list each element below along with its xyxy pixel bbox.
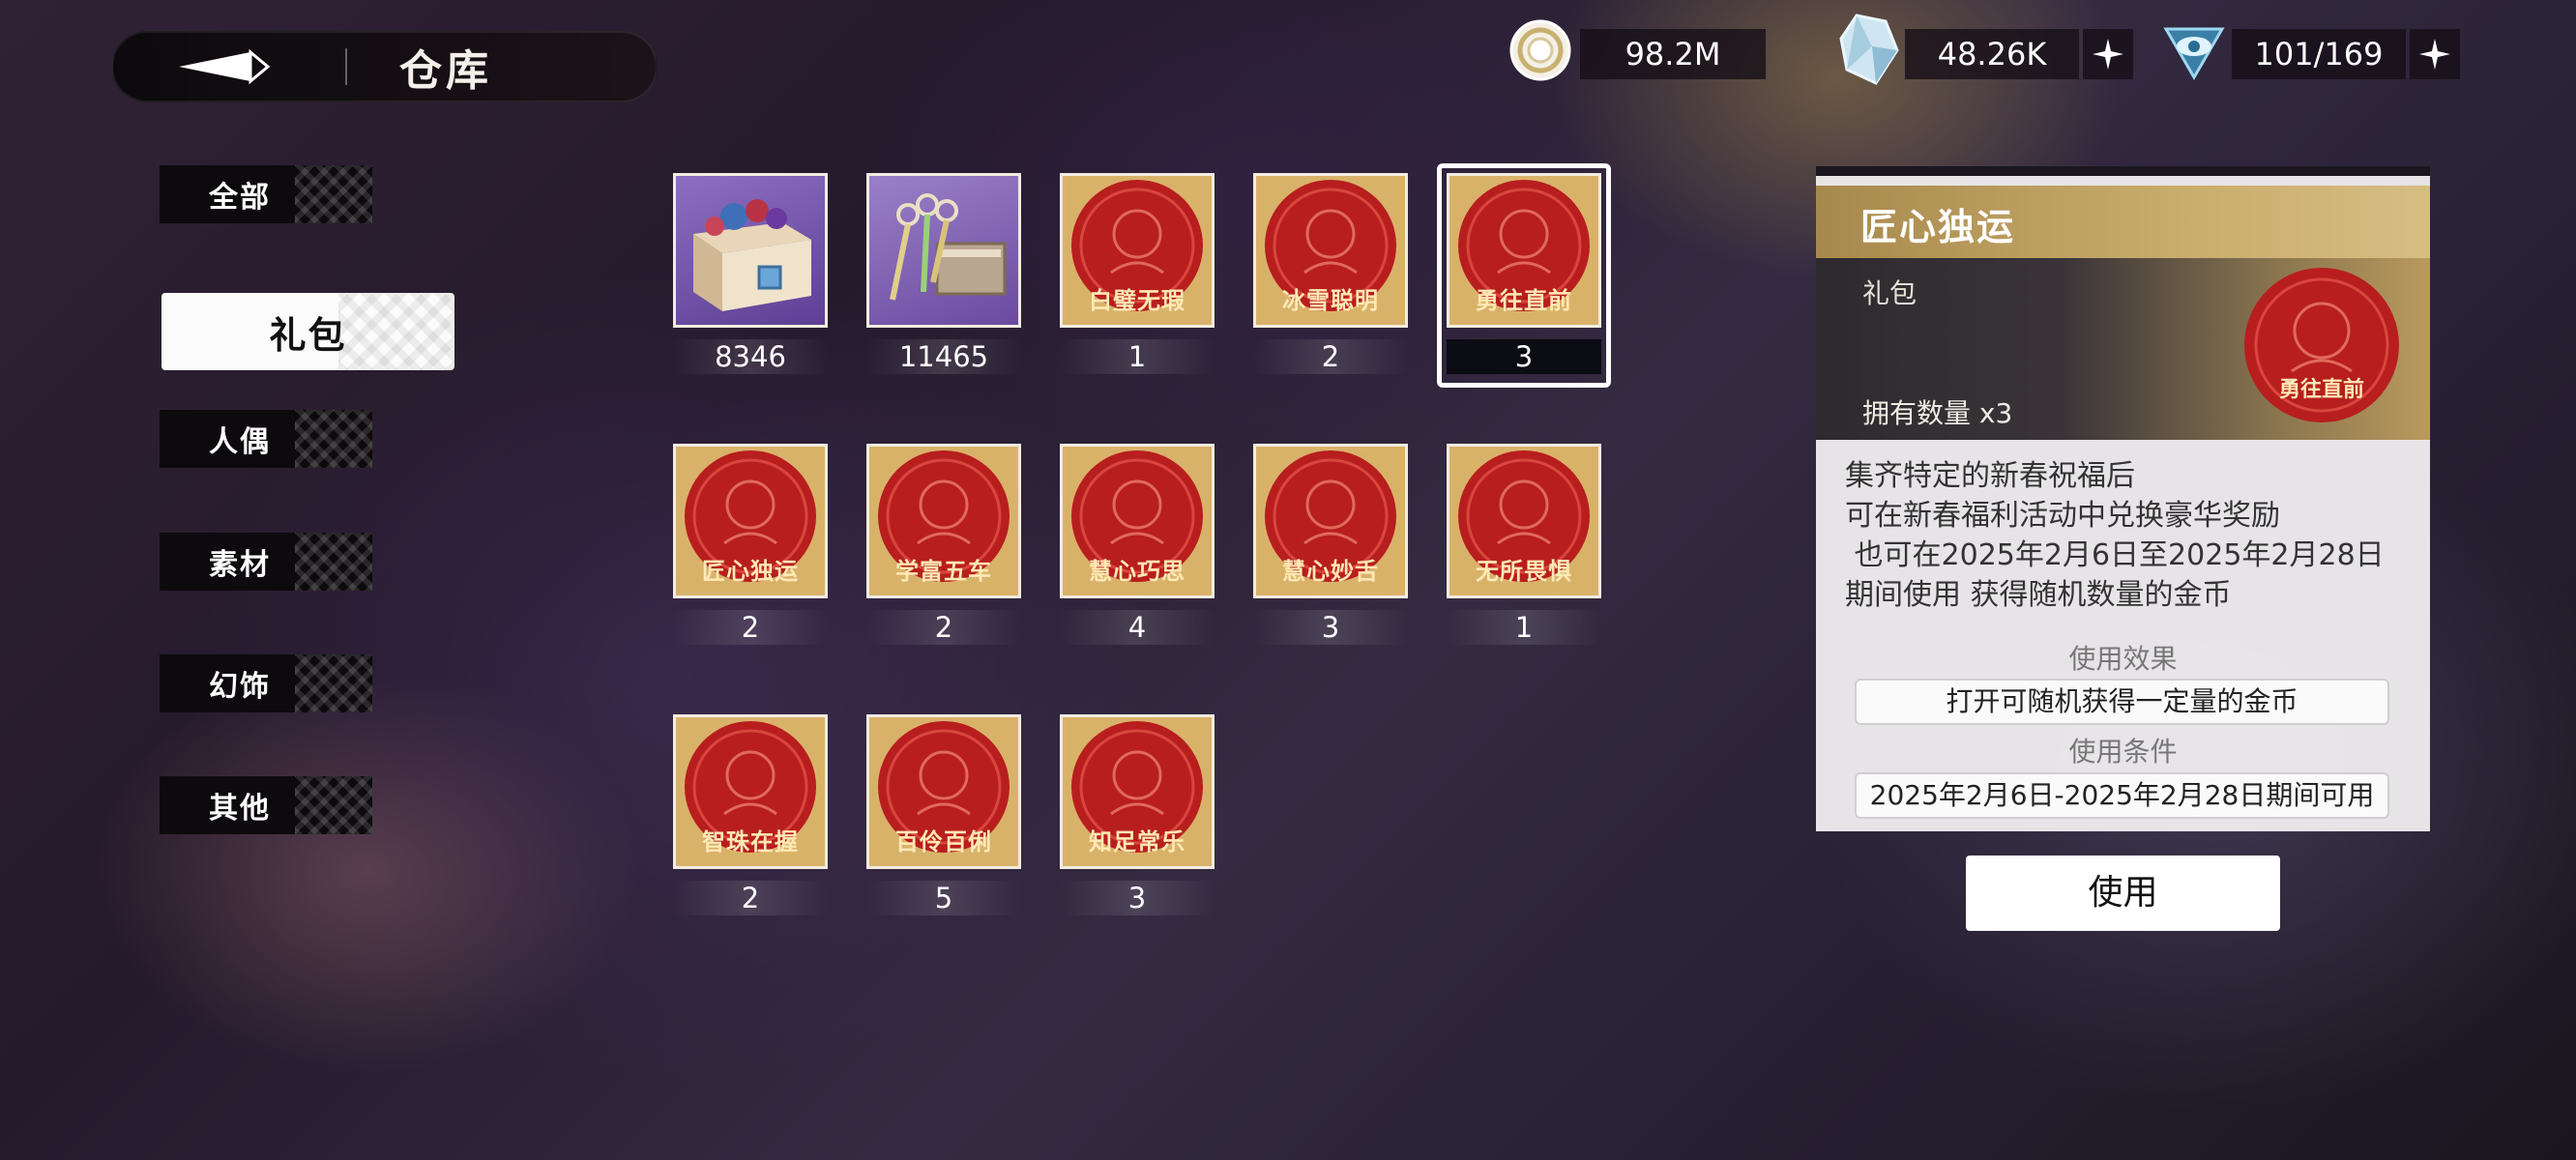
gold-coin-icon xyxy=(1509,19,1571,81)
item-icon: 慧心巧思 xyxy=(1060,444,1215,598)
stamp-label: 勇往直前 xyxy=(1476,287,1572,314)
inventory-item[interactable]: 百伶百俐 5 xyxy=(866,714,1021,915)
treasure-chest-icon xyxy=(693,199,811,311)
inventory-item[interactable]: 8346 xyxy=(673,173,828,374)
item-icon: 学富五车 xyxy=(866,444,1021,598)
item-count: 8346 xyxy=(673,339,828,374)
inventory-item[interactable]: 知足常乐 3 xyxy=(1060,714,1215,915)
inventory-item[interactable]: 慧心巧思 4 xyxy=(1060,444,1215,645)
tab-pattern xyxy=(295,410,372,468)
tab-dolls[interactable]: 人偶 xyxy=(160,410,372,468)
inventory-item[interactable]: 11465 xyxy=(866,173,1021,374)
stamp-preview-icon: 勇往直前 xyxy=(2244,268,2399,422)
inventory-item-selected[interactable]: 勇往直前 3 xyxy=(1437,163,1611,388)
item-icon: 慧心妙舌 xyxy=(1253,444,1408,598)
header-divider xyxy=(345,48,347,85)
inventory-item[interactable]: 白璧无瑕 1 xyxy=(1060,173,1215,374)
page-header: 仓库 xyxy=(111,31,658,102)
detail-item-name: 匠心独运 xyxy=(1860,206,2016,248)
item-count: 3 xyxy=(1060,881,1215,915)
item-icon: 无所畏惧 xyxy=(1447,444,1601,598)
crystal-icon xyxy=(1839,14,1899,85)
back-button[interactable] xyxy=(147,31,311,102)
detail-owned-count: 拥有数量 x3 xyxy=(1862,397,2013,429)
effect-header: 使用效果 xyxy=(2068,643,2178,675)
item-icon: 智珠在握 xyxy=(673,714,828,869)
condition-header: 使用条件 xyxy=(2068,736,2178,768)
add-crystal-button[interactable] xyxy=(2083,29,2133,79)
item-count: 1 xyxy=(1060,339,1215,374)
item-icon: 匠心独运 xyxy=(673,444,828,598)
tab-pattern xyxy=(295,533,372,591)
description-line: 期间使用 获得随机数量的金币 xyxy=(1845,578,2232,612)
tab-all[interactable]: 全部 xyxy=(160,165,372,223)
inventory-item[interactable]: 学富五车 2 xyxy=(866,444,1021,645)
tab-materials[interactable]: 素材 xyxy=(160,533,372,591)
tab-pattern xyxy=(295,654,372,712)
item-count: 4 xyxy=(1060,610,1215,645)
keys-and-book-icon xyxy=(890,193,1007,301)
stamina-eye-icon xyxy=(2163,27,2225,80)
stamp-label: 学富五车 xyxy=(895,558,992,585)
stamp-label: 百伶百俐 xyxy=(895,828,992,856)
item-icon: 知足常乐 xyxy=(1060,714,1215,869)
inventory-item[interactable]: 智珠在握 2 xyxy=(673,714,828,915)
stamp-label: 慧心妙舌 xyxy=(1282,558,1379,585)
plus-sparkle-icon xyxy=(2093,39,2123,70)
description-line: 集齐特定的新春祝福后 xyxy=(1845,459,2135,493)
stamp-preview-label: 勇往直前 xyxy=(2279,377,2364,402)
tab-pattern xyxy=(295,776,372,834)
tab-pattern xyxy=(295,165,372,223)
tab-gift-pack[interactable]: 礼包 xyxy=(161,293,454,370)
item-detail-panel: 匠心独运 勇往直前 礼包 拥有数量 x3 集齐特定的新春祝福后 可在新春福利活动… xyxy=(1816,166,2430,831)
tab-other[interactable]: 其他 xyxy=(160,776,372,834)
item-icon xyxy=(673,173,828,328)
item-count: 11465 xyxy=(866,339,1021,374)
detail-item-type: 礼包 xyxy=(1862,277,1917,309)
item-icon: 冰雪聪明 xyxy=(1253,173,1408,328)
currency-gold: 98.2M xyxy=(1508,19,1766,81)
item-icon xyxy=(866,173,1021,328)
item-count: 3 xyxy=(1253,610,1408,645)
stamp-label: 知足常乐 xyxy=(1089,828,1186,856)
currency-crystal: 48.26K xyxy=(1837,14,2133,85)
effect-value: 打开可随机获得一定量的金币 xyxy=(1855,679,2389,725)
item-icon: 勇往直前 xyxy=(1447,173,1601,328)
description-line: 可在新春福利活动中兑换豪华奖励 xyxy=(1845,499,2280,533)
stamp-label: 智珠在握 xyxy=(702,828,799,856)
plus-sparkle-icon xyxy=(2419,39,2450,70)
inventory-item[interactable]: 慧心妙舌 3 xyxy=(1253,444,1408,645)
inventory-item[interactable]: 匠心独运 2 xyxy=(673,444,828,645)
item-count: 1 xyxy=(1447,610,1601,645)
stamp-label: 匠心独运 xyxy=(702,558,799,585)
currency-stamina: 101/169 xyxy=(2162,27,2460,80)
inventory-item[interactable]: 无所畏惧 1 xyxy=(1447,444,1601,645)
add-stamina-button[interactable] xyxy=(2410,29,2460,79)
item-icon: 百伶百俐 xyxy=(866,714,1021,869)
stamp-label: 慧心巧思 xyxy=(1089,558,1186,585)
description-line: 也可在2025年2月6日至2025年2月28日 xyxy=(1845,538,2385,572)
crystal-value: 48.26K xyxy=(1905,29,2079,79)
use-button[interactable]: 使用 xyxy=(1966,856,2280,931)
stamina-value: 101/169 xyxy=(2232,29,2406,79)
item-count: 5 xyxy=(866,881,1021,915)
item-count: 2 xyxy=(673,610,828,645)
tab-pattern xyxy=(338,293,454,370)
stamp-label: 冰雪聪明 xyxy=(1282,287,1379,314)
tab-accessories[interactable]: 幻饰 xyxy=(160,654,372,712)
condition-value: 2025年2月6日-2025年2月28日期间可用 xyxy=(1855,772,2389,819)
back-arrow-icon xyxy=(179,48,271,85)
stamp-label: 白璧无瑕 xyxy=(1089,287,1186,314)
stamp-label: 无所畏惧 xyxy=(1476,558,1572,585)
gold-value: 98.2M xyxy=(1580,29,1766,79)
item-count: 2 xyxy=(1253,339,1408,374)
inventory-item[interactable]: 冰雪聪明 2 xyxy=(1253,173,1408,374)
item-count: 2 xyxy=(866,610,1021,645)
detail-description: 集齐特定的新春祝福后 可在新春福利活动中兑换豪华奖励 也可在2025年2月6日至… xyxy=(1845,456,2415,615)
item-icon: 白璧无瑕 xyxy=(1060,173,1215,328)
item-count: 2 xyxy=(673,881,828,915)
page-title: 仓库 xyxy=(399,46,492,96)
